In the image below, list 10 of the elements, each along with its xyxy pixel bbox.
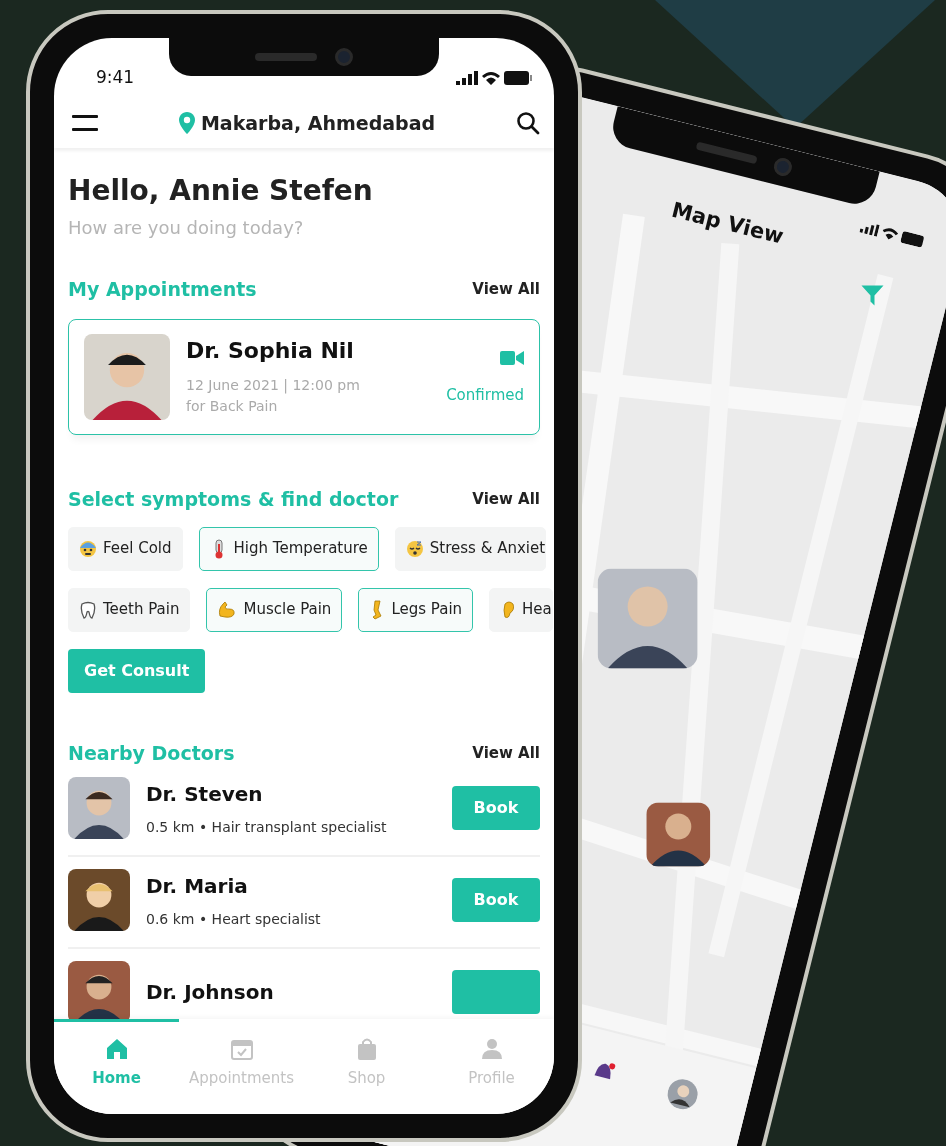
doctor-name: Dr. Steven xyxy=(146,780,264,808)
doctor-name: Dr. Maria xyxy=(146,872,249,900)
appointment-reason: for Back Pain xyxy=(186,397,279,417)
symptom-chip[interactable]: Teeth Pain xyxy=(68,587,191,632)
status-time: 9:41 xyxy=(96,66,135,90)
doctor-name: Dr. Johnson xyxy=(146,979,275,1007)
greeting-subtitle: How are you doing today? xyxy=(68,215,305,240)
section-title: My Appointments xyxy=(68,276,257,302)
symptom-chip[interactable]: Feel Cold xyxy=(68,526,183,571)
section-title: Nearby Doctors xyxy=(68,740,235,766)
